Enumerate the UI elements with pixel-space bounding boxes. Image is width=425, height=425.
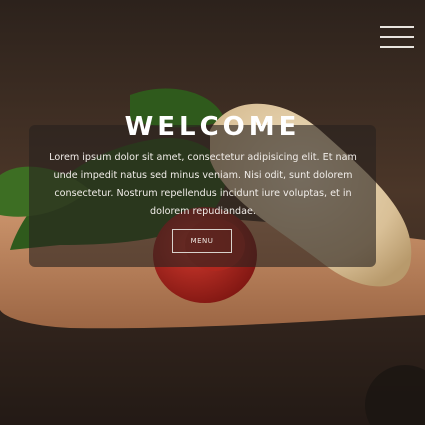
hamburger-line [380,46,414,48]
welcome-text: Lorem ipsum dolor sit amet, consectetur … [49,152,357,217]
hamburger-line [380,26,414,28]
hamburger-icon[interactable] [380,26,414,50]
menu-button[interactable]: MENU [172,229,232,253]
welcome-title: WELCOME [124,112,301,142]
hamburger-line [380,36,414,38]
